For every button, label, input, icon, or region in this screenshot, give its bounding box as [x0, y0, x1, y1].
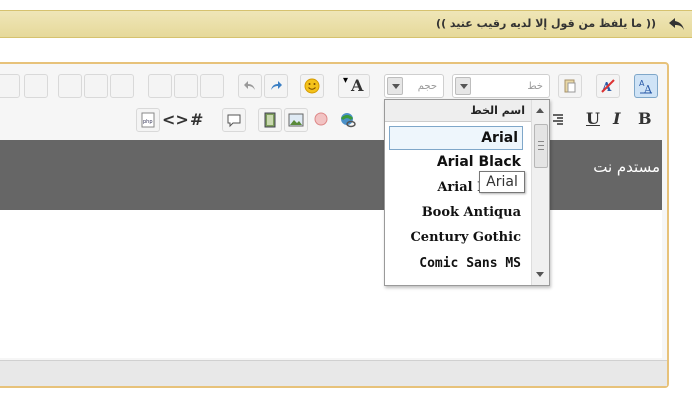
svg-text:A: A — [643, 83, 653, 94]
quote-bubble-icon[interactable] — [222, 108, 246, 132]
font-tooltip: Arial — [479, 171, 525, 193]
size-label: حجم — [417, 81, 437, 92]
font-select[interactable]: خط — [452, 74, 550, 98]
underline-button[interactable]: U — [580, 108, 604, 132]
select-all-icon[interactable] — [200, 74, 224, 98]
font-dropdown[interactable]: اسم الخط Arial Arial Black Arial N Book … — [384, 99, 550, 286]
flash-icon[interactable] — [310, 108, 334, 132]
font-color-icon: A — [351, 76, 364, 95]
link-globe-icon[interactable] — [336, 108, 360, 132]
code-icon[interactable]: <> — [160, 108, 189, 132]
paste-word-icon[interactable] — [148, 74, 172, 98]
row-icon[interactable] — [84, 74, 108, 98]
font-option-arial[interactable]: Arial — [389, 126, 523, 150]
font-option-century-gothic[interactable]: Century Gothic — [410, 230, 521, 245]
redo-icon[interactable] — [264, 74, 288, 98]
quote-text: (( ما يلفظ من قول إلا لديه رقيب عتيد )) — [436, 17, 656, 30]
font-option-comic-sans[interactable]: Comic Sans MS — [419, 256, 521, 271]
font-color-button[interactable]: ▾ A — [338, 74, 370, 98]
preview-band: مستدم نت — [0, 140, 662, 210]
editor-textarea[interactable] — [0, 210, 662, 358]
font-option-book-antiqua[interactable]: Book Antiqua — [422, 205, 521, 220]
font-option-arial-black[interactable]: Arial Black — [437, 154, 521, 170]
editor-status-bar — [0, 360, 667, 386]
table-icon[interactable] — [0, 74, 20, 98]
bold-button[interactable]: B — [632, 108, 656, 132]
undo-icon[interactable] — [238, 74, 262, 98]
paste-icon[interactable] — [558, 74, 582, 98]
php-icon[interactable]: php — [136, 108, 160, 132]
wysiwyg-toggle-icon[interactable]: AA — [634, 74, 658, 98]
chevron-down-icon[interactable] — [387, 77, 403, 95]
italic-button[interactable]: I — [606, 108, 630, 132]
reply-arrow-icon[interactable] — [668, 16, 686, 32]
image-icon[interactable] — [284, 108, 308, 132]
svg-text:php: php — [143, 119, 153, 125]
dropdown-scrollbar[interactable] — [531, 100, 549, 285]
font-label: خط — [527, 81, 543, 92]
smiley-icon[interactable] — [300, 74, 324, 98]
cell-icon[interactable] — [110, 74, 134, 98]
remove-format-icon[interactable]: A — [596, 74, 620, 98]
chevron-down-icon[interactable] — [455, 77, 471, 95]
row-delete-icon[interactable] — [58, 74, 82, 98]
scrollbar-thumb[interactable] — [534, 124, 548, 168]
scroll-up-icon[interactable] — [536, 108, 544, 113]
dropdown-header: اسم الخط — [385, 100, 533, 122]
hash-icon[interactable]: # — [186, 108, 210, 132]
quote-bar: (( ما يلفظ من قول إلا لديه رقيب عتيد )) — [0, 10, 692, 38]
toolbar-row-2: php <> # U I B — [0, 104, 670, 136]
preview-text: مستدم نت — [593, 158, 660, 176]
paste-text-icon[interactable] — [174, 74, 198, 98]
toolbar-row-1: ▾ A حجم خط A AA — [0, 70, 670, 102]
size-select[interactable]: حجم — [384, 74, 444, 98]
column-icon[interactable] — [24, 74, 48, 98]
video-icon[interactable] — [258, 108, 282, 132]
scroll-down-icon[interactable] — [536, 272, 544, 277]
